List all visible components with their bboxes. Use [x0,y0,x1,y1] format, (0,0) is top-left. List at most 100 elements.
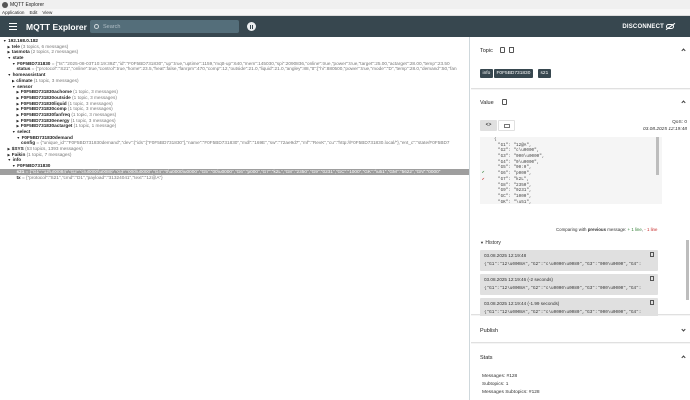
copy-icon[interactable] [500,47,505,53]
value-title: Value [480,100,494,106]
history-time: 03.08.2025 12:19:48 [484,253,527,258]
tree-node-key: sensor [17,83,33,89]
tree-node[interactable]: tx = {"protocol":"S21","cmd":"D1","paylo… [0,175,469,181]
search-input[interactable] [103,23,223,30]
publish-section[interactable]: Publish [471,316,690,343]
expand-arrow-icon[interactable]: ▼ [12,130,16,134]
collapse-arrow-icon[interactable]: ▶ [8,153,11,157]
tree-node-meta: = {"protocol":"S21","cmd":"D1","payload"… [20,174,163,180]
menu-application[interactable]: Application [2,10,24,15]
chevron-up-icon[interactable] [681,355,686,360]
tree-node-key: select [17,129,31,134]
history-scrollbar[interactable] [686,240,689,300]
code-scrollbar[interactable] [656,137,659,175]
tree-node-key: 192.168.0.182 [8,38,39,43]
tree-node-meta: (2 topics, 2 messages) [29,49,79,55]
menu-bar: Application Edit View [0,9,690,16]
stats-title: Stats [480,355,493,361]
history-payload: {"G1":"12\u0008A","G2":"c\u0000\u0080","… [484,310,642,315]
menu-edit[interactable]: Edit [29,10,37,15]
history-caret-icon: ▼ [480,240,484,245]
expand-arrow-icon[interactable]: ▼ [8,56,12,60]
collapse-arrow-icon[interactable]: ▶ [17,119,20,123]
delete-icon[interactable] [509,47,514,53]
tree-node-key: $SYS [11,146,24,152]
tree-node-key: F0F5BD731830energy [20,117,70,123]
history-time: 03.08.2025 12:19:44 (-1.99 seconds) [484,301,560,306]
menu-icon[interactable] [4,16,22,37]
tree-node-key: status [16,66,31,72]
tree-node[interactable]: status = {"protocol":"S21","online":true… [0,66,469,72]
history-item[interactable]: 03.08.2025 12:19:48 {"G1":"12\u0008A","G… [480,250,658,271]
tree-node-key: F0F5BD731830outside [20,94,71,100]
tree-node-key: state [12,55,24,61]
app-icon [2,1,8,8]
collapse-arrow-icon[interactable]: ▶ [17,102,20,106]
table-icon [504,124,510,128]
tree-node-key: F0F5BD731830 [17,60,51,66]
collapse-arrow-icon[interactable]: ▶ [8,147,11,151]
added-count: + 1 line [627,227,642,232]
collapse-arrow-icon[interactable]: ▶ [8,50,11,54]
code-line: "GK": "\u51", [498,199,532,204]
expand-arrow-icon[interactable]: ▼ [12,85,16,89]
copy-icon[interactable] [650,252,654,257]
pause-icon[interactable] [247,22,256,31]
tree-node-key: climate [16,77,33,83]
diff-view-toggle[interactable]: <> [480,120,497,131]
collapse-arrow-icon[interactable]: ▶ [17,113,20,117]
removed-count: - 1 line [644,227,658,232]
tree-node-key: info [12,157,22,163]
expand-arrow-icon[interactable]: ▼ [17,136,21,140]
topic-chip-s21[interactable]: s21 [538,69,551,78]
stat-messages-subtopics: Messages Subtopics: #128 [482,390,540,395]
tree-node-key: homeassistant [12,72,46,78]
expand-arrow-icon[interactable]: ▼ [12,164,16,168]
chevron-up-icon[interactable] [681,100,686,105]
tree-node-key: Faikin [11,151,26,157]
search-box[interactable] [90,20,239,33]
disconnect-button[interactable]: DISCONNECT [622,24,664,30]
tree-node-meta: (1 topic, 7 messages) [25,151,72,157]
topic-chip-device[interactable]: F0F5BD731830 [494,69,533,78]
window-title: MQTT Explorer [10,1,45,8]
collapse-arrow-icon[interactable]: ▶ [17,107,20,111]
menu-view[interactable]: View [42,10,52,15]
copy-icon[interactable] [502,99,507,105]
copy-icon[interactable] [650,300,654,305]
expand-arrow-icon[interactable]: ▼ [3,39,7,43]
tree-node-meta: (53 topics, 1393 messages) [23,146,83,152]
copy-icon[interactable] [650,276,654,281]
tree-node-key: F0F5BD731830achome [20,89,72,95]
history-item[interactable]: 03.08.2025 12:19:46 (-2 seconds) {"G1":"… [480,274,658,295]
tree-node-meta: (1 topic, 3 messages) [66,100,113,106]
value-code-view: {"G1": "12@A", "G2": "c\u0000", "G3": "000… [480,137,662,204]
collapse-arrow-icon[interactable]: ▶ [12,79,15,83]
diff-minus-marker: ✔ [482,178,485,182]
expand-arrow-icon[interactable]: ▼ [12,62,16,66]
expand-arrow-icon[interactable]: ▼ [8,73,12,77]
raw-view-toggle[interactable] [498,120,515,131]
collapse-arrow-icon[interactable]: ▶ [17,90,20,94]
chevron-up-icon[interactable] [681,48,686,53]
tree-node-meta: (1 topic, 3 messages) [70,111,117,117]
detail-panel: Topic info F0F5BD731830 s21 Value <> QoS… [471,37,690,400]
publish-title: Publish [480,328,499,334]
compare-prefix: Comparing with [556,227,588,232]
collapse-arrow-icon[interactable]: ▶ [17,124,20,128]
tree-node-meta: (1 topic, 3 messages) [69,117,116,123]
stats-section: Stats Messages: #128 Subtopics: 1 Messag… [471,344,690,400]
collapse-arrow-icon[interactable]: ▶ [8,45,11,49]
history-time: 03.08.2025 12:19:46 (-2 seconds) [484,277,553,282]
cloud-off-icon[interactable] [666,24,674,29]
compare-suffix: message: [606,227,628,232]
topic-chip-info[interactable]: info [480,69,493,78]
diff-plus-marker: ✔ [482,171,485,175]
history-header[interactable]: ▼ History [480,240,501,246]
expand-arrow-icon[interactable]: ▼ [8,158,12,162]
chevron-down-icon[interactable] [681,327,686,332]
tree-node-meta: = {"G1":"12\u00084","G2":"c\u0000\u0080"… [24,168,441,174]
collapse-arrow-icon[interactable]: ▶ [17,96,20,100]
window-titlebar: MQTT Explorer [0,0,690,9]
compare-previous[interactable]: previous [588,227,606,232]
